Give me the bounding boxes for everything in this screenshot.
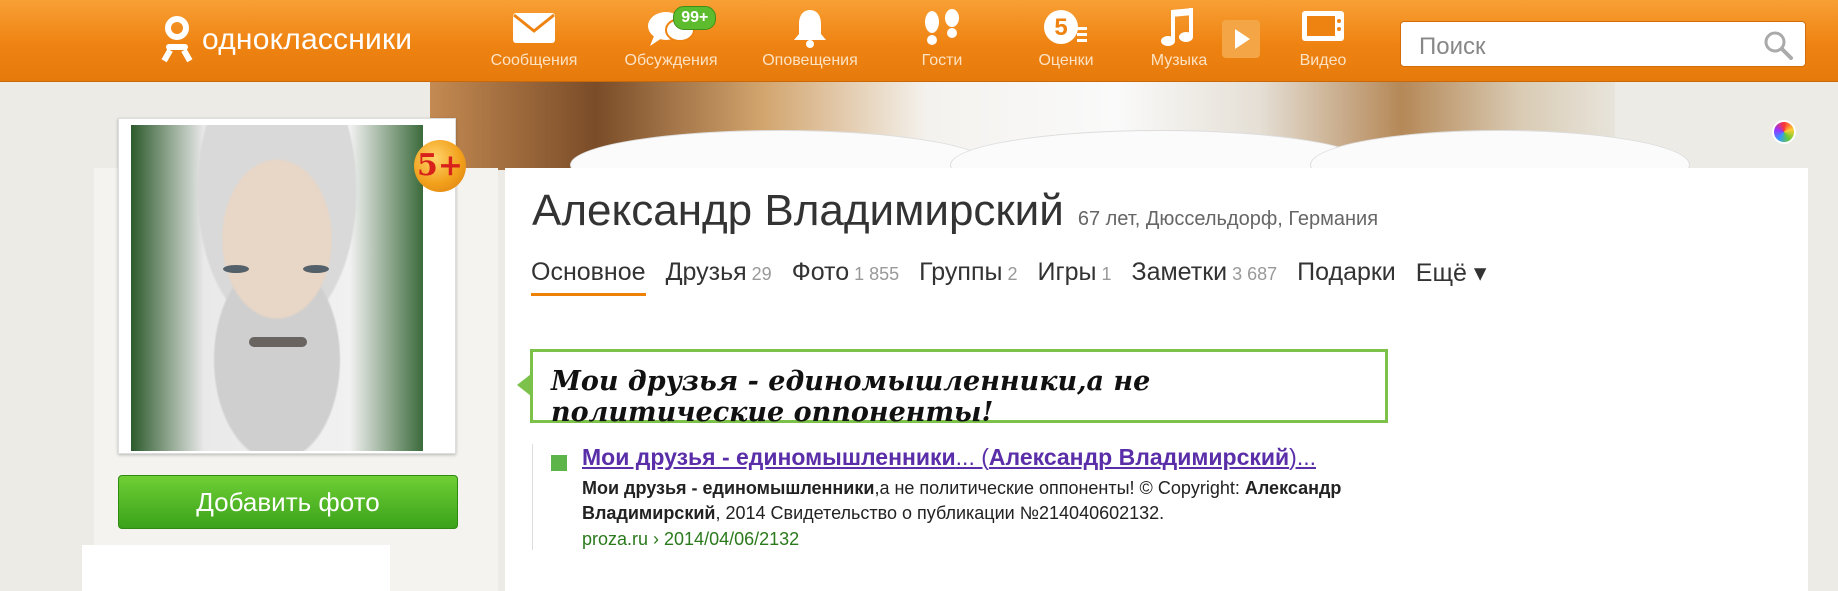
nav-item-discussions[interactable]: Обсуждения 99+ <box>615 0 727 82</box>
profile-meta: 67 лет, Дюссельдорф, Германия <box>1077 208 1379 230</box>
cover-image <box>430 82 1690 170</box>
music-play-button[interactable] <box>1222 20 1260 58</box>
search-icon[interactable] <box>1763 30 1793 60</box>
theme-color-picker-icon[interactable] <box>1772 120 1796 144</box>
tab-groups[interactable]: Группы 2 <box>919 258 1017 296</box>
tab-main[interactable]: Основное <box>531 258 646 296</box>
profile-tabs: Основное Друзья 29 Фото 1 855 Группы 2 Игры… <box>531 258 1506 296</box>
search-input[interactable]: Поиск <box>1400 21 1806 67</box>
tab-games[interactable]: Игры 1 <box>1038 258 1112 296</box>
logo-text: одноклассники <box>202 23 413 56</box>
profile-photo-frame[interactable] <box>118 118 456 454</box>
bell-icon <box>792 0 828 56</box>
rating-badge[interactable]: 5+ <box>414 140 466 192</box>
nav-label: Музыка <box>1150 52 1208 69</box>
profile-header: Александр Владимирский 67 лет, Дюссельдо… <box>532 186 1378 236</box>
result-bullet-icon <box>551 455 567 471</box>
ok-logo-icon <box>160 16 194 64</box>
tab-more[interactable]: Ещё ▾ <box>1416 258 1487 296</box>
top-navigation-bar: одноклассники Сообщения Обсуждения 99+ О… <box>0 0 1838 82</box>
add-photo-button[interactable]: Добавить фото <box>118 475 458 529</box>
tv-icon <box>1300 0 1346 56</box>
music-note-icon <box>1159 0 1199 56</box>
result-url[interactable]: proza.ru › 2014/04/06/2132 <box>582 529 1402 550</box>
nav-item-ratings[interactable]: 5 Оценки <box>1032 0 1100 82</box>
nav-label: Оповещения <box>762 52 858 69</box>
status-text: Мои друзья - единомышленники,а не полити… <box>551 366 1151 428</box>
nav-label: Сообщения <box>490 52 578 69</box>
site-logo[interactable]: одноклассники <box>160 16 412 64</box>
nav-item-music[interactable]: Музыка <box>1146 0 1212 82</box>
nav-label: Видео <box>1299 52 1347 69</box>
status-box[interactable]: Мои друзья - единомышленники,а не полити… <box>530 349 1388 428</box>
play-icon <box>1235 29 1250 49</box>
nav-label: Оценки <box>1038 52 1094 69</box>
result-snippet: Мои друзья - единомышленники,а не полити… <box>582 478 1342 523</box>
tab-friends[interactable]: Друзья 29 <box>666 258 772 296</box>
nav-label: Обсуждения <box>624 52 718 69</box>
status-pointer <box>517 374 531 396</box>
nav-item-messages[interactable]: Сообщения <box>485 0 583 82</box>
search-result: Мои друзья - единомышленники... (Алексан… <box>532 444 1402 550</box>
rating-5-icon: 5 <box>1041 0 1091 56</box>
notification-badge: 99+ <box>673 6 717 30</box>
envelope-icon <box>512 0 556 56</box>
nav-label: Гости <box>921 52 963 69</box>
left-panel-blank <box>82 545 390 591</box>
tab-photos[interactable]: Фото 1 855 <box>792 258 899 296</box>
footprints-icon <box>921 0 963 56</box>
nav-item-video[interactable]: Видео <box>1290 0 1356 82</box>
nav-item-guests[interactable]: Гости <box>912 0 972 82</box>
tab-gifts[interactable]: Подарки <box>1297 258 1396 296</box>
svg-text:5: 5 <box>1054 14 1067 41</box>
avatar <box>131 125 423 451</box>
nav-item-notifications[interactable]: Оповещения <box>756 0 864 82</box>
profile-name: Александр Владимирский <box>532 186 1064 235</box>
search-placeholder: Поиск <box>1419 33 1486 60</box>
tab-notes[interactable]: Заметки 3 687 <box>1131 258 1277 296</box>
result-title-link[interactable]: Мои друзья - единомышленники... (Алексан… <box>582 444 1402 471</box>
